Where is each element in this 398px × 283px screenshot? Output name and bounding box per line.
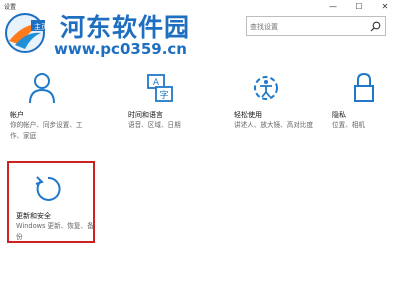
time-language-icon: A 字 (147, 74, 173, 102)
watermark-url: www.pc0359.cn (54, 40, 187, 58)
tile-time-language-name: 时间和语言 (128, 111, 163, 119)
watermark-logo (5, 13, 45, 53)
tile-accounts-desc: 你的帐户、同步设置、工作、家庭 (10, 121, 83, 140)
tile-privacy[interactable]: 隐私 位置、相机 (324, 72, 398, 152)
tile-accounts[interactable]: 帐户 你的帐户、同步设置、工作、家庭 (2, 72, 92, 152)
tile-time-language[interactable]: A 字 时间和语言 语音、区域、日期 (120, 72, 210, 152)
tile-ease-of-access-desc: 讲述人、放大镜、高对比度 (234, 121, 314, 129)
tile-ease-of-access-name: 轻松使用 (234, 111, 262, 119)
tile-ease-of-access[interactable]: 轻松使用 讲述人、放大镜、高对比度 (226, 72, 316, 152)
ease-of-access-icon (254, 76, 278, 100)
tile-accounts-name: 帐户 (10, 111, 24, 119)
minimize-button[interactable]: — (320, 0, 346, 14)
window-title: 设置 (4, 4, 17, 11)
search-input[interactable] (250, 19, 362, 34)
person-icon (29, 73, 55, 104)
search-box[interactable] (246, 16, 386, 36)
lock-icon (354, 72, 374, 102)
maximize-button[interactable]: ☐ (346, 0, 372, 14)
home-label[interactable]: 主页 (34, 22, 48, 32)
tile-privacy-desc: 位置、相机 (332, 121, 365, 129)
search-icon[interactable] (370, 21, 381, 32)
tile-privacy-name: 隐私 (332, 111, 346, 119)
tile-update-security-desc: Windows 更新、恢复、备份 (16, 222, 94, 241)
close-button[interactable]: ✕ (372, 0, 398, 14)
watermark-title: 河东软件园 (60, 13, 191, 42)
update-icon (35, 176, 61, 201)
tile-update-security[interactable]: 更新和安全 Windows 更新、恢复、备份 (8, 173, 98, 253)
svg-text:字: 字 (159, 89, 168, 101)
tile-update-security-name: 更新和安全 (16, 212, 51, 220)
tile-time-language-desc: 语音、区域、日期 (128, 121, 181, 129)
